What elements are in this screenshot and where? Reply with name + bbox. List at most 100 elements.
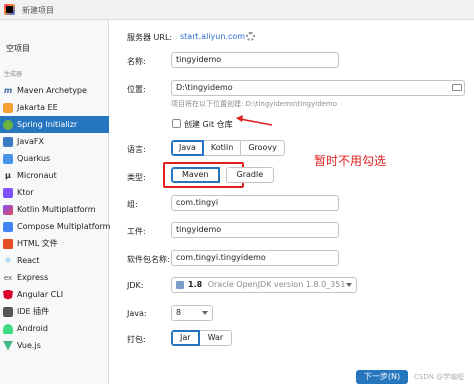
folder-icon[interactable] [452, 84, 462, 91]
sidebar-item-label: Kotlin Multiplatform [17, 205, 96, 214]
sidebar-item-label: Micronaut [17, 171, 57, 180]
react-icon: ⚛ [4, 255, 12, 265]
location-hint: 项目将在以下位置创建: D:\tingyidemo\tingyidemo [171, 100, 338, 108]
sidebar-item-react[interactable]: ⚛ React [0, 252, 109, 269]
sidebar: 空项目 生成器 m Maven Archetype Jakarta EE Spri… [0, 20, 111, 384]
sidebar-item-ktor[interactable]: Ktor [0, 184, 109, 201]
android-icon [3, 323, 13, 334]
chevron-down-icon [202, 311, 208, 315]
sidebar-item-vue[interactable]: Vue.js [0, 337, 109, 354]
sidebar-item-compose-multiplatform[interactable]: Compose Multiplatform [0, 218, 111, 235]
type-gradle-button[interactable]: Gradle [225, 167, 275, 183]
location-label: 位置: [127, 85, 146, 94]
annotation-text: 暂时不用勾选 [314, 154, 387, 168]
name-field[interactable]: tingyidemo [171, 52, 339, 68]
sidebar-item-express[interactable]: ex Express [0, 269, 109, 286]
spring-icon [3, 119, 13, 130]
language-label: 语言: [127, 145, 146, 154]
language-selector: Java Kotlin Groovy [171, 140, 285, 156]
jdk-label: JDK: [127, 281, 144, 290]
express-icon: ex [3, 273, 13, 282]
jakarta-icon [3, 102, 13, 113]
git-repo-checkbox[interactable] [172, 119, 181, 128]
location-field[interactable]: D:\tingyidemo [171, 80, 465, 96]
sidebar-item-html-file[interactable]: HTML 文件 [0, 235, 109, 252]
package-name-label: 软件包名称: [127, 255, 170, 264]
sidebar-item-label: Spring Initializr [17, 120, 78, 129]
sidebar-item-jakarta-ee[interactable]: Jakarta EE [0, 99, 109, 116]
server-url-label: 服务器 URL: [127, 33, 173, 42]
sidebar-item-label: Vue.js [17, 341, 41, 350]
annotation-arrow-icon [236, 115, 273, 126]
git-repo-label: 创建 Git 仓库 [184, 120, 233, 129]
sidebar-item-label: JavaFX [17, 137, 44, 146]
sidebar-item-label: Maven Archetype [17, 86, 87, 95]
sidebar-item-javafx[interactable]: JavaFX [0, 133, 109, 150]
sidebar-item-spring-initializr[interactable]: Spring Initializr [0, 116, 109, 133]
sidebar-item-label: Angular CLI [17, 290, 64, 299]
sidebar-item-angular-cli[interactable]: Angular CLI [0, 286, 109, 303]
sidebar-item-label: Quarkus [17, 154, 51, 163]
intellij-logo-icon [4, 4, 15, 15]
artifact-label: 工件: [127, 227, 146, 236]
java-version-dropdown[interactable]: 8 [171, 305, 213, 321]
language-kotlin-button[interactable]: Kotlin [202, 140, 242, 156]
package-name-field[interactable]: com.tingyi.tingyidemo [171, 250, 339, 266]
ktor-icon [3, 187, 13, 198]
vue-icon [3, 340, 13, 351]
next-button[interactable]: 下一步(N) [356, 370, 408, 384]
location-value: D:\tingyidemo [176, 83, 233, 92]
angular-icon [3, 289, 13, 300]
sidebar-item-label: Compose Multiplatform [17, 222, 111, 231]
sidebar-item-kotlin-multiplatform[interactable]: Kotlin Multiplatform [0, 201, 109, 218]
type-selector: Maven Gradle [171, 167, 275, 183]
name-label: 名称: [127, 57, 146, 66]
jdk-icon [176, 280, 184, 289]
sidebar-item-label: IDE 插件 [17, 307, 50, 316]
jdk-name: Oracle OpenJDK version 1.8.0_351 [207, 280, 346, 289]
sidebar-item-maven-archetype[interactable]: m Maven Archetype [0, 82, 109, 99]
micronaut-icon: μ [5, 170, 11, 180]
java-version-value: 8 [176, 308, 182, 317]
jdk-dropdown[interactable]: 1.8 Oracle OpenJDK version 1.8.0_351 [171, 277, 357, 293]
compose-icon [3, 221, 13, 232]
sidebar-item-label: Android [17, 324, 48, 333]
type-label: 类型: [127, 173, 146, 182]
packaging-selector: Jar War [171, 330, 233, 346]
packaging-war-button[interactable]: War [198, 330, 233, 346]
maven-icon: m [3, 85, 13, 95]
sidebar-item-micronaut[interactable]: μ Micronaut [0, 167, 109, 184]
sidebar-item-label: Jakarta EE [17, 103, 58, 112]
server-url-link[interactable]: start.aliyun.com [180, 32, 245, 41]
javafx-icon [3, 136, 13, 147]
language-groovy-button[interactable]: Groovy [240, 140, 285, 156]
java-label: Java: [127, 309, 147, 318]
title-bar: 新建项目 [0, 0, 474, 20]
type-maven-button[interactable]: Maven [171, 167, 220, 183]
window-title: 新建项目 [22, 6, 54, 15]
html-icon [3, 238, 13, 249]
sidebar-item-ide-plugin[interactable]: IDE 插件 [0, 303, 109, 320]
generator-list: m Maven Archetype Jakarta EE Spring Initi… [0, 82, 111, 354]
jdk-version: 1.8 [188, 280, 203, 289]
sidebar-item-label: HTML 文件 [17, 239, 58, 248]
sidebar-item-empty-project[interactable]: 空项目 [6, 43, 30, 54]
artifact-field[interactable]: tingyidemo [171, 222, 339, 238]
sidebar-item-label: React [17, 256, 40, 265]
generators-header: 生成器 [4, 71, 23, 78]
ide-plugin-icon [3, 306, 13, 317]
sidebar-item-android[interactable]: Android [0, 320, 109, 337]
chevron-down-icon [346, 283, 352, 287]
packaging-jar-button[interactable]: Jar [171, 330, 200, 346]
language-java-button[interactable]: Java [171, 140, 204, 156]
gear-icon[interactable] [246, 32, 255, 41]
group-field[interactable]: com.tingyi [171, 195, 339, 211]
quarkus-icon [3, 153, 13, 164]
watermark: CSDN @学编程 [414, 373, 465, 381]
group-label: 组: [127, 200, 138, 209]
sidebar-item-label: Ktor [17, 188, 34, 197]
sidebar-item-label: Express [17, 273, 49, 282]
sidebar-item-quarkus[interactable]: Quarkus [0, 150, 109, 167]
kotlin-multiplatform-icon [3, 204, 13, 215]
packaging-label: 打包: [127, 335, 146, 344]
